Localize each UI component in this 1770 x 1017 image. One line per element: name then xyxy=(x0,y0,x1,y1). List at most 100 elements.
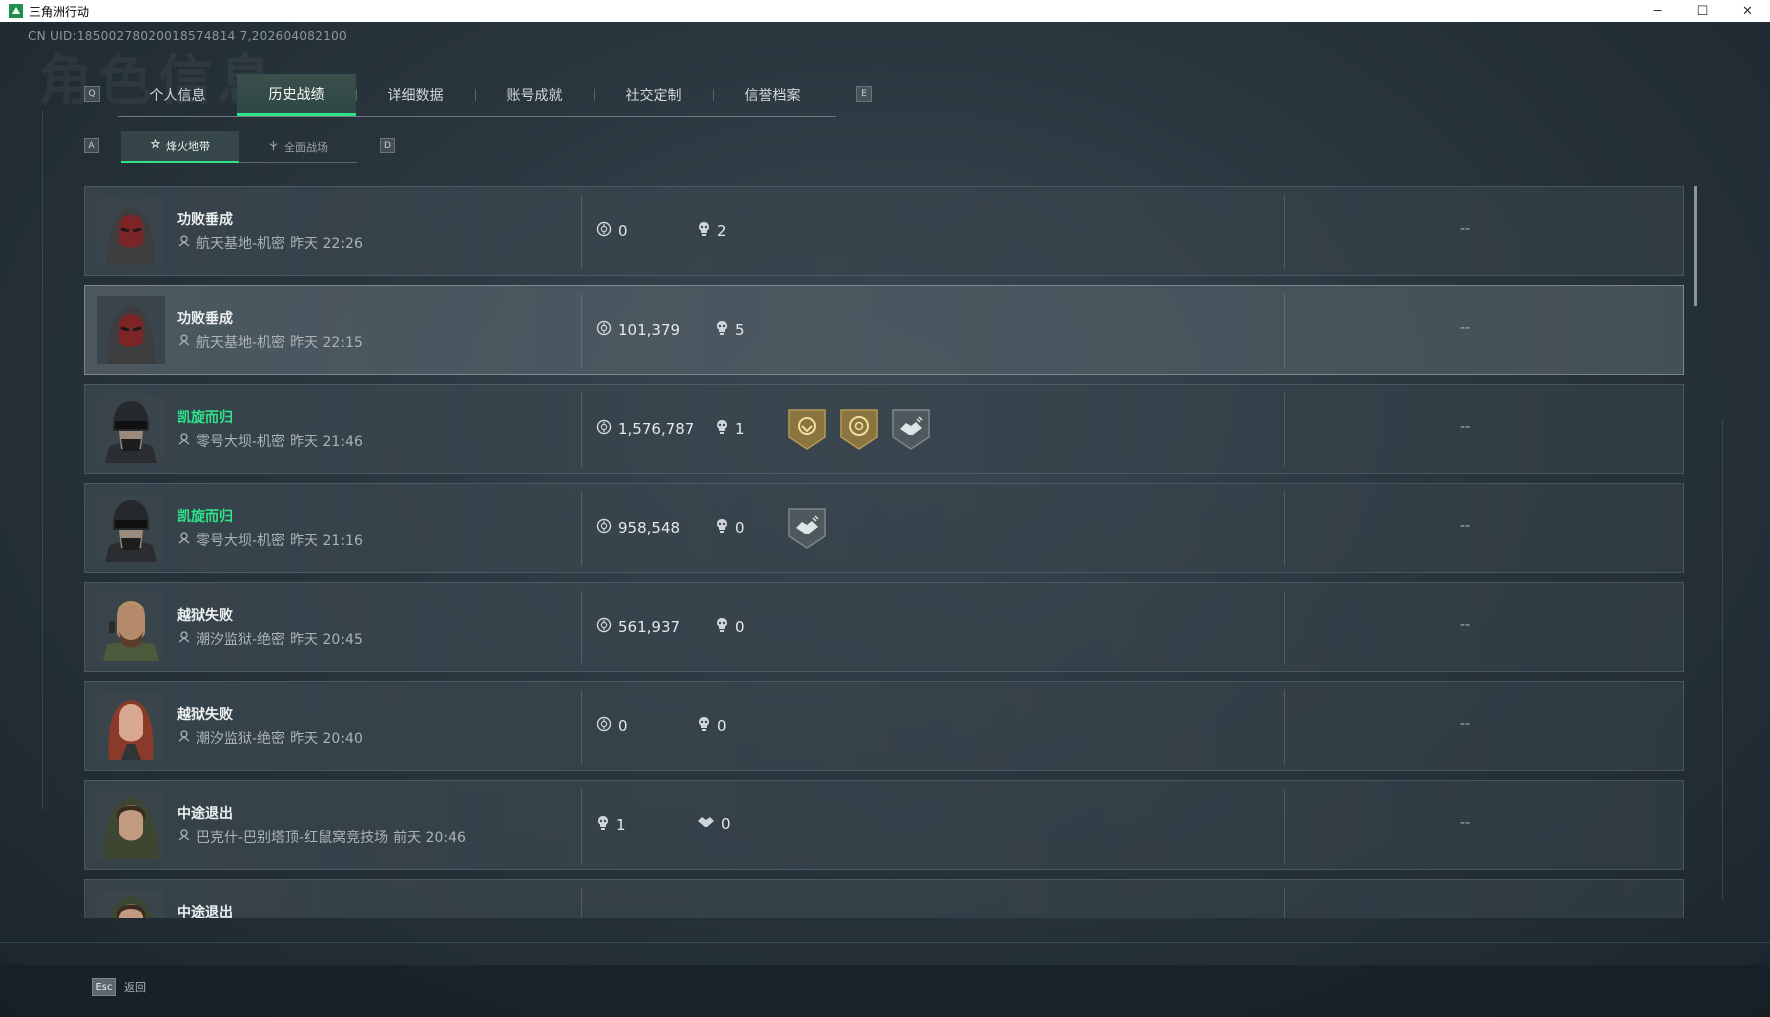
match-time: 昨天 22:26 xyxy=(290,236,363,252)
operator-avatar xyxy=(97,791,165,859)
map-pin-icon xyxy=(177,828,191,846)
match-stat-primary: 0 xyxy=(596,221,628,241)
match-result: 中途退出 xyxy=(177,905,233,918)
match-row[interactable]: 功败垂成 航天基地-机密 昨天 22:26 0 2 -- xyxy=(84,186,1684,276)
match-result: 中途退出 xyxy=(177,806,233,822)
tab-next-key-hint[interactable]: E xyxy=(856,86,872,102)
frame-line-right xyxy=(1722,420,1723,900)
maximize-button[interactable]: ☐ xyxy=(1680,0,1725,22)
match-result: 凯旋而归 xyxy=(177,509,233,525)
match-time: 昨天 20:40 xyxy=(290,731,363,747)
match-row[interactable]: 凯旋而归 零号大坝-机密 昨天 21:16 958,548 0 -- xyxy=(84,483,1684,573)
tab-1[interactable]: 历史战绩 xyxy=(237,74,356,116)
match-time: 昨天 21:16 xyxy=(290,533,363,549)
map-name: 巴克什-巴别塔顶-红鼠窝竞技场 xyxy=(196,830,389,846)
tab-0[interactable]: 个人信息 xyxy=(118,74,237,116)
stat-value: 5 xyxy=(735,321,745,339)
subtab-next-key-hint[interactable]: D xyxy=(380,138,395,153)
match-map-info: 零号大坝-机密 昨天 21:46 xyxy=(177,431,363,451)
match-result: 越狱失败 xyxy=(177,707,233,723)
map-pin-icon xyxy=(177,729,191,747)
match-result: 功败垂成 xyxy=(177,212,233,228)
coin-icon xyxy=(596,419,612,439)
match-row[interactable]: 凯旋而归 零号大坝-机密 昨天 21:46 1,576,787 1 -- xyxy=(84,384,1684,474)
stat-value: 101,379 xyxy=(618,321,681,339)
coin-icon xyxy=(596,617,612,637)
tab-5[interactable]: 信誉档案 xyxy=(713,74,832,116)
subtab-label: 烽火地带 xyxy=(166,140,210,153)
match-stat-primary: 561,937 xyxy=(596,617,680,637)
row-divider xyxy=(581,789,582,863)
operator-avatar xyxy=(97,494,165,562)
kill-icon xyxy=(697,221,711,241)
subtab-0[interactable]: 烽火地带 xyxy=(121,131,239,163)
subtab-prev-key-hint[interactable]: A xyxy=(84,138,99,153)
list-scrollbar[interactable] xyxy=(1694,186,1697,306)
match-extra-value: -- xyxy=(1460,320,1471,336)
kill-icon xyxy=(715,617,729,637)
gold-coin-badge[interactable] xyxy=(837,407,881,451)
fire-zone-icon xyxy=(150,138,161,153)
gold-shield-badge[interactable] xyxy=(785,407,829,451)
match-row[interactable]: 中途退出巴克什-巴别塔顶-红鼠窝竞技场 前天 20:46 1 0 -- xyxy=(84,780,1684,870)
match-row[interactable]: 越狱失败 潮汐监狱-绝密 昨天 20:45 561,937 0 -- xyxy=(84,582,1684,672)
window-titlebar: 三角洲行动 ─ ☐ ✕ xyxy=(0,0,1770,22)
stat-value: 0 xyxy=(618,222,628,240)
map-name: 航天基地-机密 xyxy=(196,236,286,252)
match-extra-value: -- xyxy=(1460,617,1471,633)
match-result: 凯旋而归 xyxy=(177,410,233,426)
battlefield-icon xyxy=(268,140,279,154)
stat-value: 0 xyxy=(735,519,745,537)
match-row[interactable]: 越狱失败 潮汐监狱-绝密 昨天 20:40 0 0 -- xyxy=(84,681,1684,771)
subtab-1[interactable]: 全面战场 xyxy=(239,131,357,163)
match-row[interactable]: 中途退出 xyxy=(84,879,1684,918)
tab-3[interactable]: 账号成就 xyxy=(475,74,594,116)
map-pin-icon xyxy=(177,630,191,648)
operator-avatar xyxy=(97,395,165,463)
map-name: 潮汐监狱-绝密 xyxy=(196,632,286,648)
tab-2[interactable]: 详细数据 xyxy=(356,74,475,116)
match-row[interactable]: 功败垂成 航天基地-机密 昨天 22:15 101,379 5 -- xyxy=(84,285,1684,375)
stat-value: 2 xyxy=(717,222,727,240)
match-stat-secondary: 0 xyxy=(697,815,731,833)
operator-avatar xyxy=(97,890,165,918)
row-divider xyxy=(581,294,582,368)
match-stat-primary: 1 xyxy=(596,815,626,835)
kill-icon xyxy=(715,320,729,340)
map-name: 潮汐监狱-绝密 xyxy=(196,731,286,747)
app-logo-icon xyxy=(9,4,23,18)
match-extra-value: -- xyxy=(1460,815,1471,831)
stat-value: 0 xyxy=(618,717,628,735)
row-divider xyxy=(581,393,582,467)
stat-value: 1 xyxy=(735,420,745,438)
grey-assist-badge[interactable] xyxy=(889,407,933,451)
match-extra-value: -- xyxy=(1460,518,1471,534)
row-divider xyxy=(1284,888,1285,918)
tab-4[interactable]: 社交定制 xyxy=(594,74,713,116)
back-button[interactable]: Esc 返回 xyxy=(92,978,146,996)
window-controls: ─ ☐ ✕ xyxy=(1635,0,1770,22)
stat-value: 0 xyxy=(735,618,745,636)
minimize-button[interactable]: ─ xyxy=(1635,0,1680,22)
main-tab-bar: 个人信息 历史战绩 详细数据 账号成就 社交定制 信誉档案 xyxy=(118,74,836,117)
map-pin-icon xyxy=(177,531,191,549)
map-name: 航天基地-机密 xyxy=(196,335,286,351)
map-pin-icon xyxy=(177,234,191,252)
frame-line-left xyxy=(42,110,43,810)
match-time: 昨天 20:45 xyxy=(290,632,363,648)
close-button[interactable]: ✕ xyxy=(1725,0,1770,22)
coin-icon xyxy=(596,518,612,538)
stat-value: 1,576,787 xyxy=(618,420,695,438)
match-stat-secondary: 0 xyxy=(715,617,745,637)
match-map-info: 巴克什-巴别塔顶-红鼠窝竞技场 前天 20:46 xyxy=(177,827,466,847)
match-stat-secondary: 2 xyxy=(697,221,727,241)
row-divider xyxy=(581,195,582,269)
row-divider xyxy=(1284,789,1285,863)
match-result: 功败垂成 xyxy=(177,311,233,327)
row-divider xyxy=(1284,393,1285,467)
match-extra-value: -- xyxy=(1460,716,1471,732)
tab-prev-key-hint[interactable]: Q xyxy=(84,86,100,102)
match-history-list[interactable]: 功败垂成 航天基地-机密 昨天 22:26 0 2 -- 功败垂成 航天基地-机密 昨天 22:… xyxy=(84,186,1687,918)
grey-assist-badge[interactable] xyxy=(785,506,829,550)
match-badges xyxy=(785,506,829,550)
